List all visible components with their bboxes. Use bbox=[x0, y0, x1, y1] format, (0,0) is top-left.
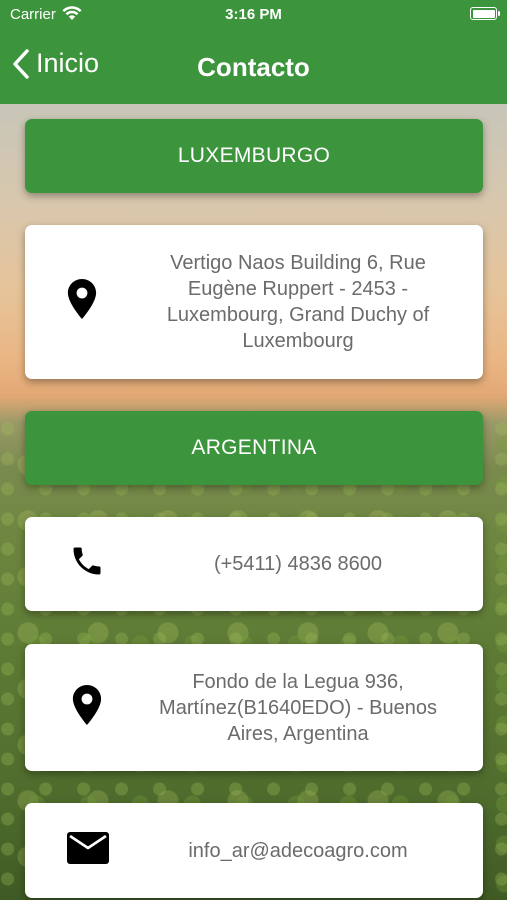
phone-icon bbox=[69, 543, 105, 585]
page-title: Contacto bbox=[197, 52, 310, 82]
luxemburgo-address-card[interactable]: Vertigo Naos Building 6, Rue Eugène Rupp… bbox=[25, 225, 483, 379]
address-text: Vertigo Naos Building 6, Rue Eugène Rupp… bbox=[166, 252, 430, 352]
section-header-argentina: ARGENTINA bbox=[25, 411, 483, 485]
location-pin-icon bbox=[72, 684, 102, 731]
argentina-email-card[interactable]: info_ar@adecoagro.com bbox=[25, 803, 483, 898]
email-text: info_ar@adecoagro.com bbox=[188, 839, 408, 862]
section-header-label: LUXEMBURGO bbox=[177, 144, 331, 167]
section-header-label: ARGENTINA bbox=[191, 436, 317, 459]
location-pin-icon bbox=[67, 279, 97, 325]
battery-icon bbox=[470, 7, 500, 20]
navigation-bar: Inicio Contacto bbox=[0, 30, 507, 104]
status-time: 3:16 PM bbox=[225, 6, 282, 23]
section-header-luxemburgo: LUXEMBURGO bbox=[25, 119, 483, 193]
address-text: Fondo de la Legua 936, Martínez(B1640EDO… bbox=[159, 670, 437, 745]
argentina-address-card[interactable]: Fondo de la Legua 936, Martínez(B1640EDO… bbox=[25, 644, 483, 771]
status-bar: Carrier 3:16 PM bbox=[0, 0, 507, 30]
mail-icon bbox=[67, 831, 109, 870]
argentina-phone-card[interactable]: (+5411) 4836 8600 bbox=[25, 517, 483, 611]
phone-text: (+5411) 4836 8600 bbox=[213, 553, 383, 575]
